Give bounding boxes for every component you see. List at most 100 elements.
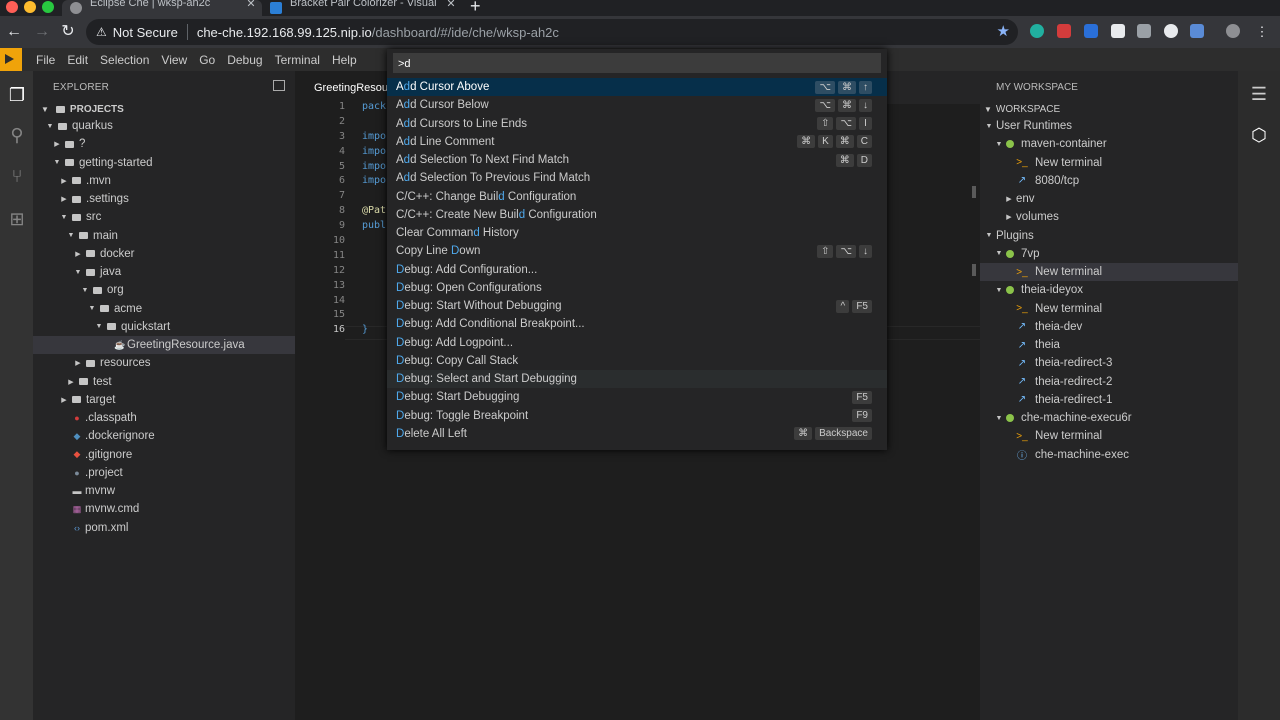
tree-item[interactable]: ▼ quarkus <box>33 117 295 135</box>
projects-section-header[interactable]: ▼ PROJECTS <box>33 101 295 117</box>
tree-item[interactable]: ▼ main <box>33 227 295 245</box>
address-bar[interactable]: ⚠ Not Secure che-che.192.168.99.125.nip.… <box>86 19 1018 45</box>
chevron-right-icon[interactable]: ▶ <box>59 195 69 203</box>
workspace-tree-item[interactable]: ↗ theia-redirect-3 <box>980 354 1238 372</box>
code-content[interactable]: pack impo impo impo impo @Pat publ} <box>362 101 386 339</box>
command-item[interactable]: Debug: Open Configurations <box>387 279 887 297</box>
workspace-section-header[interactable]: ▼ WORKSPACE <box>980 101 1238 117</box>
command-item[interactable]: Debug: Add Configuration... <box>387 261 887 279</box>
tree-item[interactable]: ▦ mvnw.cmd <box>33 500 295 518</box>
browser-menu-icon[interactable]: ⋮ <box>1250 20 1274 44</box>
search-icon[interactable]: ⚲ <box>6 124 28 146</box>
chevron-down-icon[interactable]: ▼ <box>94 323 104 330</box>
chevron-down-icon[interactable]: ▼ <box>59 214 69 221</box>
menu-debug[interactable]: Debug <box>221 53 268 67</box>
tree-item[interactable]: ▼ acme <box>33 300 295 318</box>
tree-item[interactable]: ▶ .mvn <box>33 172 295 190</box>
window-close-icon[interactable] <box>6 1 18 13</box>
outline-icon[interactable]: ☰ <box>1248 83 1270 105</box>
files-icon[interactable]: ❐ <box>6 84 28 106</box>
extensions-icon[interactable]: ⊞ <box>6 208 28 230</box>
menu-help[interactable]: Help <box>326 53 363 67</box>
workspace-tree-item[interactable]: ▼ maven-container <box>980 135 1238 153</box>
extension-icon[interactable] <box>1190 24 1204 38</box>
command-item[interactable]: Add Cursor Above ⌥ ⌘ ↑ <box>387 78 887 97</box>
back-arrow-icon[interactable]: ← <box>2 20 26 44</box>
chevron-right-icon[interactable]: ▶ <box>59 396 69 404</box>
chevron-down-icon[interactable]: ▼ <box>66 232 76 239</box>
command-item[interactable]: Debug: Toggle Breakpoint F9 <box>387 407 887 425</box>
workspace-tree-item[interactable]: ▼ che-machine-execu6r <box>980 409 1238 427</box>
tree-item[interactable]: ▬ mvnw <box>33 482 295 500</box>
chevron-down-icon[interactable]: ▼ <box>994 250 1004 257</box>
workspace-tree-item[interactable]: ↗ theia <box>980 336 1238 354</box>
tree-item[interactable]: ▼ java <box>33 263 295 281</box>
command-item[interactable]: Delete All Left ⌘ Backspace <box>387 425 887 443</box>
command-item[interactable]: Clear Command History <box>387 224 887 242</box>
workspace-tree-item[interactable]: ↗ theia-redirect-2 <box>980 373 1238 391</box>
workspace-tree-item[interactable]: ▼ User Runtimes <box>980 117 1238 135</box>
tree-item[interactable]: ◆ .gitignore <box>33 446 295 464</box>
workspace-tree-item[interactable]: ⓘ che-machine-exec <box>980 446 1238 464</box>
chevron-down-icon[interactable]: ▼ <box>73 269 83 276</box>
command-item[interactable]: C/C++: Change Build Configuration <box>387 188 887 206</box>
workspace-tree-item[interactable]: ↗ theia-dev <box>980 318 1238 336</box>
menu-view[interactable]: View <box>155 53 193 67</box>
new-tab-button[interactable]: + <box>470 0 481 17</box>
extension-icon[interactable] <box>1137 24 1151 38</box>
extension-icon[interactable] <box>1164 24 1178 38</box>
command-item[interactable]: Add Selection To Next Find Match ⌘ D <box>387 151 887 169</box>
command-item[interactable]: Debug: Copy Call Stack <box>387 352 887 370</box>
reload-icon[interactable]: ↻ <box>56 20 80 44</box>
chevron-right-icon[interactable]: ▶ <box>1004 213 1014 221</box>
browser-tab-active[interactable]: Eclipse Che | wksp-ah2c ✕ <box>62 0 262 16</box>
tree-item[interactable]: ▶ docker <box>33 245 295 263</box>
chevron-down-icon[interactable]: ▼ <box>80 287 90 294</box>
tree-item[interactable]: ● .project <box>33 464 295 482</box>
extension-icon[interactable] <box>1111 24 1125 38</box>
profile-avatar[interactable] <box>1226 24 1240 38</box>
close-tab-icon[interactable]: ✕ <box>244 0 258 10</box>
command-item[interactable]: Debug: Add Logpoint... <box>387 334 887 352</box>
command-item[interactable]: Add Selection To Previous Find Match <box>387 169 887 187</box>
chevron-right-icon[interactable]: ▶ <box>73 359 83 367</box>
command-item[interactable]: Add Cursor Below ⌥ ⌘ ↓ <box>387 96 887 114</box>
close-tab-icon[interactable]: ✕ <box>444 0 458 10</box>
tree-item[interactable]: ▼ src <box>33 208 295 226</box>
chevron-right-icon[interactable]: ▶ <box>73 250 83 258</box>
chevron-down-icon[interactable]: ▼ <box>52 159 62 166</box>
command-item[interactable]: C/C++: Create New Build Configuration <box>387 206 887 224</box>
menu-terminal[interactable]: Terminal <box>269 53 326 67</box>
workspace-tree-item[interactable]: ▶ env <box>980 190 1238 208</box>
chevron-down-icon[interactable]: ▼ <box>984 123 994 130</box>
workspace-tree-item[interactable]: >_ New terminal <box>980 263 1238 282</box>
command-item[interactable]: Debug: Select and Start Debugging <box>387 370 887 389</box>
chevron-right-icon[interactable]: ▶ <box>52 140 62 148</box>
chevron-right-icon[interactable]: ▶ <box>1004 195 1014 203</box>
workspace-tree-item[interactable]: ▶ volumes <box>980 208 1238 226</box>
bookmark-star-icon[interactable]: ★ <box>997 22 1010 40</box>
chevron-right-icon[interactable]: ▶ <box>66 378 76 386</box>
command-item[interactable]: Debug: Start Without Debugging ^ F5 <box>387 297 887 315</box>
command-item[interactable]: Debug: Start Debugging F5 <box>387 388 887 406</box>
chevron-down-icon[interactable]: ▼ <box>45 123 55 130</box>
tree-item[interactable]: ◆ .dockerignore <box>33 427 295 445</box>
workspace-tree-item[interactable]: ▼ Plugins <box>980 227 1238 245</box>
forward-arrow-icon[interactable]: → <box>30 20 54 44</box>
menu-go[interactable]: Go <box>193 53 221 67</box>
command-palette-input[interactable]: >d <box>393 53 881 73</box>
command-item[interactable]: Debug: Add Conditional Breakpoint... <box>387 315 887 333</box>
tree-item[interactable]: ● .classpath <box>33 409 295 427</box>
menu-selection[interactable]: Selection <box>94 53 155 67</box>
tree-item[interactable]: ▼ getting-started <box>33 154 295 172</box>
workspace-tree-item[interactable]: ▼ 7vp <box>980 245 1238 263</box>
security-label[interactable]: Not Secure <box>113 25 178 40</box>
tree-item[interactable]: ▶ .settings <box>33 190 295 208</box>
tree-item[interactable]: ▶ resources <box>33 354 295 372</box>
workspace-tree-item[interactable]: >_ New terminal <box>980 154 1238 172</box>
tree-item[interactable]: ‹› pom.xml <box>33 519 295 537</box>
window-zoom-icon[interactable] <box>42 1 54 13</box>
tree-item[interactable]: ▼ org <box>33 281 295 299</box>
menu-file[interactable]: File <box>30 53 61 67</box>
command-item[interactable]: Add Cursors to Line Ends ⇧ ⌥ I <box>387 115 887 133</box>
